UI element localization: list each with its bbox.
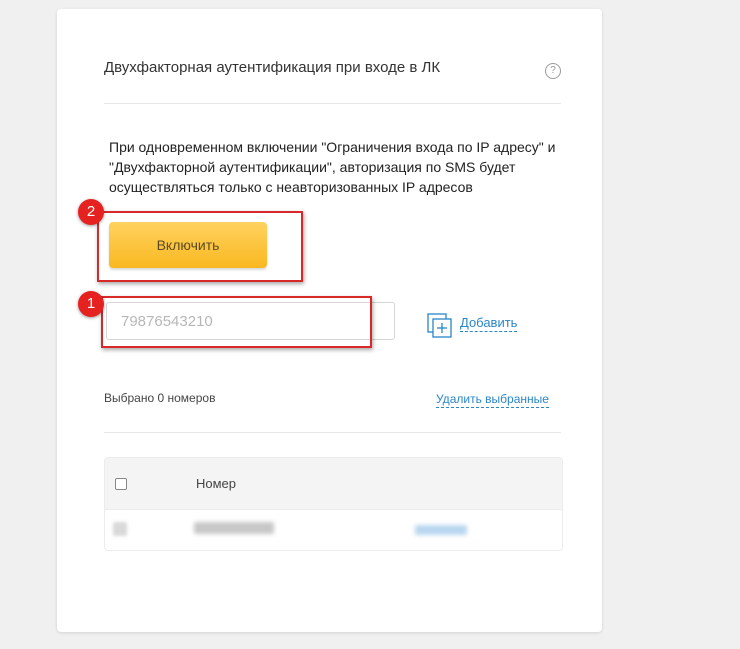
add-number-icon[interactable] [427,313,453,339]
select-all-checkbox[interactable] [115,478,127,490]
section-title: Двухфакторная аутентификация при входе в… [104,59,441,76]
add-number-link[interactable]: Добавить [460,315,518,332]
help-icon[interactable]: ? [545,63,561,79]
divider [104,432,561,433]
table-header: Номер [105,458,562,510]
numbers-table: Номер [104,457,563,551]
annotation-badge-1: 1 [78,291,104,317]
annotation-badge-2: 2 [78,199,104,225]
delete-selected-link[interactable]: Удалить выбранные [436,391,549,408]
redacted-action-link[interactable] [415,525,467,535]
row-checkbox[interactable] [113,522,127,536]
redacted-number [194,522,274,534]
divider [104,103,561,104]
highlight-phone-input [101,296,372,348]
selected-count: Выбрано 0 номеров [104,391,216,405]
column-header-number: Номер [196,476,237,491]
table-row [105,510,562,550]
notice-text: При одновременном включении "Ограничения… [109,139,556,195]
highlight-enable-button [97,211,303,282]
